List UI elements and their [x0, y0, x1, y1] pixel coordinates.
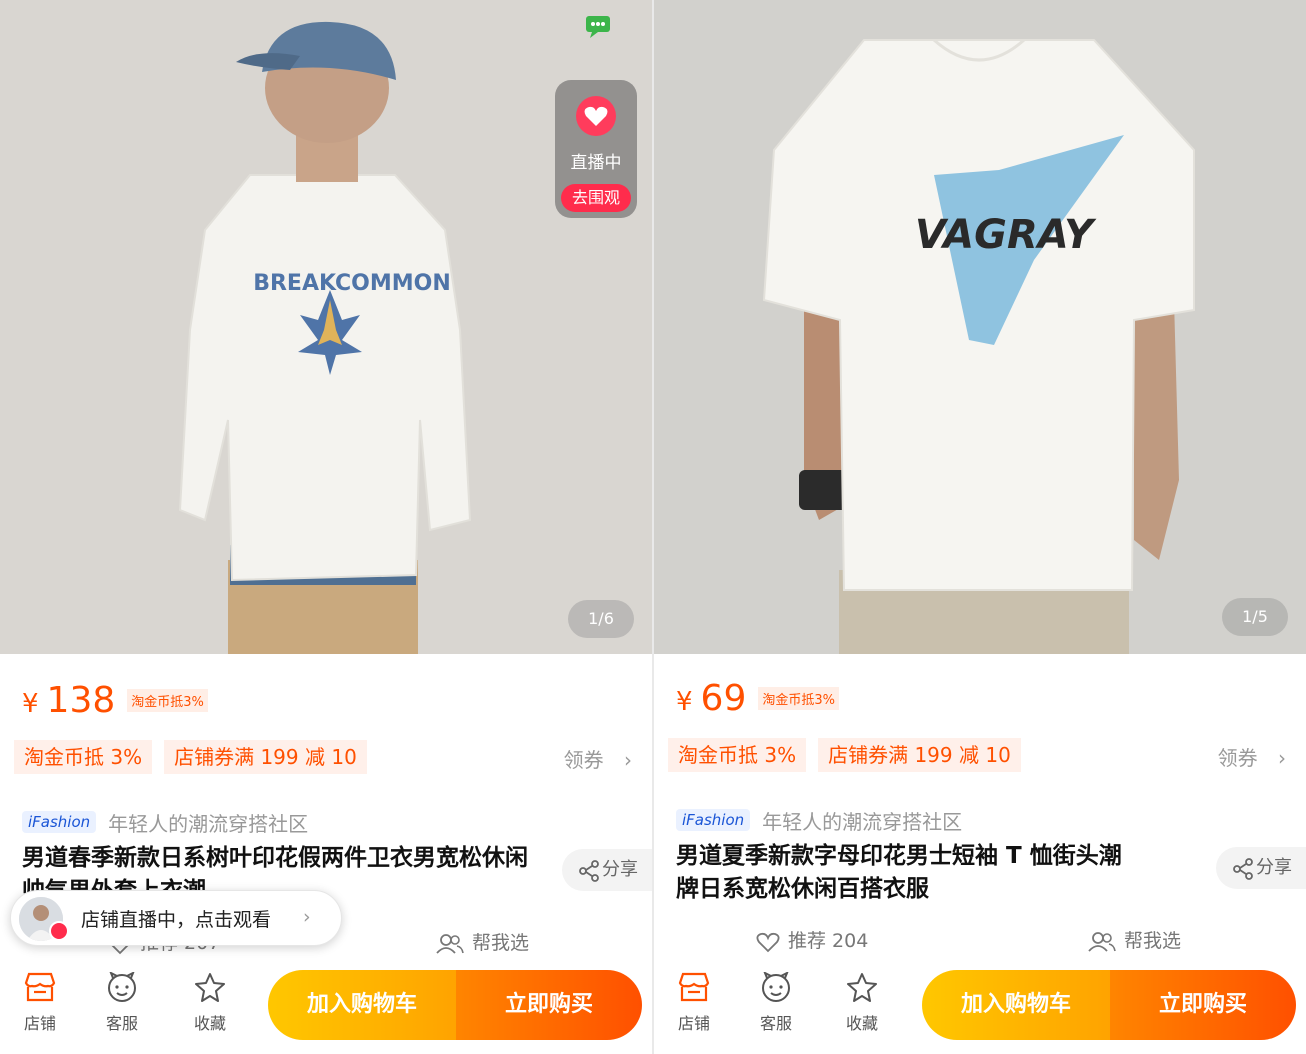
- people-icon: [1088, 931, 1116, 952]
- coupon-taojinbi[interactable]: 淘金币抵 3%: [668, 738, 807, 772]
- favorite-button[interactable]: 收藏: [832, 972, 892, 1034]
- watch-live-button[interactable]: 去围观: [561, 184, 631, 212]
- taojinbi-tag: 淘金币抵3%: [127, 689, 208, 712]
- share-label: 分享: [602, 859, 638, 880]
- chevron-right-icon: ›: [303, 906, 311, 928]
- service-label: 客服: [759, 1014, 792, 1033]
- chevron-right-icon: ›: [1278, 746, 1286, 770]
- shop-label: 店铺: [23, 1014, 56, 1033]
- service-icon: [762, 972, 790, 1002]
- ifashion-logo[interactable]: iFashion: [676, 809, 751, 831]
- share-button[interactable]: 分享: [562, 849, 652, 891]
- ifashion-logo[interactable]: iFashion: [22, 811, 97, 833]
- buy-now-button[interactable]: 立即购买: [1110, 970, 1296, 1040]
- service-label: 客服: [105, 1014, 138, 1033]
- brand-slogan: 年轻人的潮流穿搭社区: [108, 811, 309, 836]
- favorite-button[interactable]: 收藏: [180, 972, 240, 1034]
- product-image-carousel[interactable]: BREAKCOMMON 直播中 去围观 1/6: [0, 0, 652, 654]
- help-choose-label: 帮我选: [1124, 930, 1182, 952]
- get-coupon-label: 领券: [1217, 746, 1258, 770]
- toast-text: 店铺直播中，点击观看: [81, 909, 272, 931]
- image-pager: 1/6: [568, 600, 634, 638]
- star-icon: [195, 973, 225, 1002]
- taojinbi-tag: 淘金币抵3%: [758, 687, 839, 710]
- shop-icon: [24, 972, 56, 1002]
- live-status-text: 直播中: [570, 153, 622, 173]
- coupon-shop[interactable]: 店铺券满 199 减 10: [164, 740, 367, 774]
- product-panel-left: BREAKCOMMON 直播中 去围观 1/6 ¥ 138 淘金币抵3% 淘金币…: [0, 0, 652, 1054]
- recommend-button[interactable]: 推荐 204: [756, 926, 868, 953]
- product-panel-right: VAGRAY 1/5 ¥ 69 淘金币抵3% 淘金币抵 3% 店铺券满 199 …: [654, 0, 1306, 1054]
- heart-outline-icon: [756, 932, 780, 952]
- share-icon: [579, 860, 599, 882]
- buy-now-button[interactable]: 立即购买: [456, 970, 642, 1040]
- product-image-carousel[interactable]: VAGRAY 1/5: [654, 0, 1306, 654]
- get-coupon-label: 领券: [563, 748, 604, 772]
- product-photo-tshirt: VAGRAY: [654, 0, 1306, 654]
- currency-symbol: ¥: [22, 689, 39, 719]
- print-text: VAGRAY: [915, 212, 1097, 258]
- people-icon: [436, 933, 464, 954]
- add-to-cart-button[interactable]: 加入购物车: [268, 970, 456, 1040]
- shop-label: 店铺: [677, 1014, 710, 1033]
- bottom-action-bar: 店铺 客服 收藏 加入购物车 立即购买: [0, 966, 652, 1054]
- live-toast[interactable]: 店铺直播中，点击观看 ›: [10, 890, 342, 946]
- get-coupon-link[interactable]: 领券 ›: [564, 744, 632, 773]
- chat-float-icon[interactable]: [584, 12, 612, 38]
- brand-row: iFashion 年轻人的潮流穿搭社区: [22, 808, 308, 836]
- share-icon: [1233, 858, 1253, 880]
- share-button[interactable]: 分享: [1216, 847, 1306, 889]
- shop-button[interactable]: 店铺: [664, 972, 724, 1034]
- product-title: 男道夏季新款字母印花男士短袖 T 恤街头潮 牌日系宽松休闲百搭衣服: [676, 840, 1196, 906]
- customer-service-button[interactable]: 客服: [746, 972, 806, 1034]
- print-text: BREAKCOMMON: [253, 271, 451, 296]
- price-row: ¥ 69 淘金币抵3%: [676, 678, 839, 719]
- live-stream-badge[interactable]: 直播中 去围观: [555, 80, 637, 218]
- shop-icon: [678, 972, 710, 1002]
- coupon-row: 淘金币抵 3% 店铺券满 199 减 10: [14, 740, 379, 774]
- product-title-line-1: 男道夏季新款字母印花男士短袖 T 恤街头潮: [676, 843, 1122, 869]
- heart-icon: [576, 96, 616, 136]
- star-icon: [847, 973, 877, 1002]
- recommend-label: 推荐 204: [788, 930, 869, 952]
- brand-slogan: 年轻人的潮流穿搭社区: [762, 809, 963, 834]
- image-pager: 1/5: [1222, 598, 1288, 636]
- customer-service-button[interactable]: 客服: [92, 972, 152, 1034]
- add-to-cart-button[interactable]: 加入购物车: [922, 970, 1110, 1040]
- price: 138: [46, 680, 116, 721]
- help-choose-button[interactable]: 帮我选: [436, 928, 529, 955]
- product-title-line-2: 牌日系宽松休闲百搭衣服: [676, 876, 929, 902]
- chevron-right-icon: ›: [624, 748, 632, 772]
- bottom-action-bar: 店铺 客服 收藏 加入购物车 立即购买: [654, 966, 1306, 1054]
- currency-symbol: ¥: [676, 687, 693, 717]
- favorite-label: 收藏: [845, 1014, 878, 1033]
- help-choose-button[interactable]: 帮我选: [1088, 926, 1181, 953]
- shop-button[interactable]: 店铺: [10, 972, 70, 1034]
- price-row: ¥ 138 淘金币抵3%: [22, 680, 208, 721]
- service-icon: [108, 972, 136, 1002]
- share-label: 分享: [1256, 857, 1292, 878]
- coupon-shop[interactable]: 店铺券满 199 减 10: [818, 738, 1021, 772]
- price: 69: [700, 678, 747, 719]
- get-coupon-link[interactable]: 领券 ›: [1218, 742, 1286, 771]
- favorite-label: 收藏: [193, 1014, 226, 1033]
- coupon-taojinbi[interactable]: 淘金币抵 3%: [14, 740, 153, 774]
- brand-row: iFashion 年轻人的潮流穿搭社区: [676, 806, 962, 834]
- coupon-row: 淘金币抵 3% 店铺券满 199 减 10: [668, 738, 1033, 772]
- live-indicator-icon: [49, 921, 69, 941]
- help-choose-label: 帮我选: [472, 932, 530, 954]
